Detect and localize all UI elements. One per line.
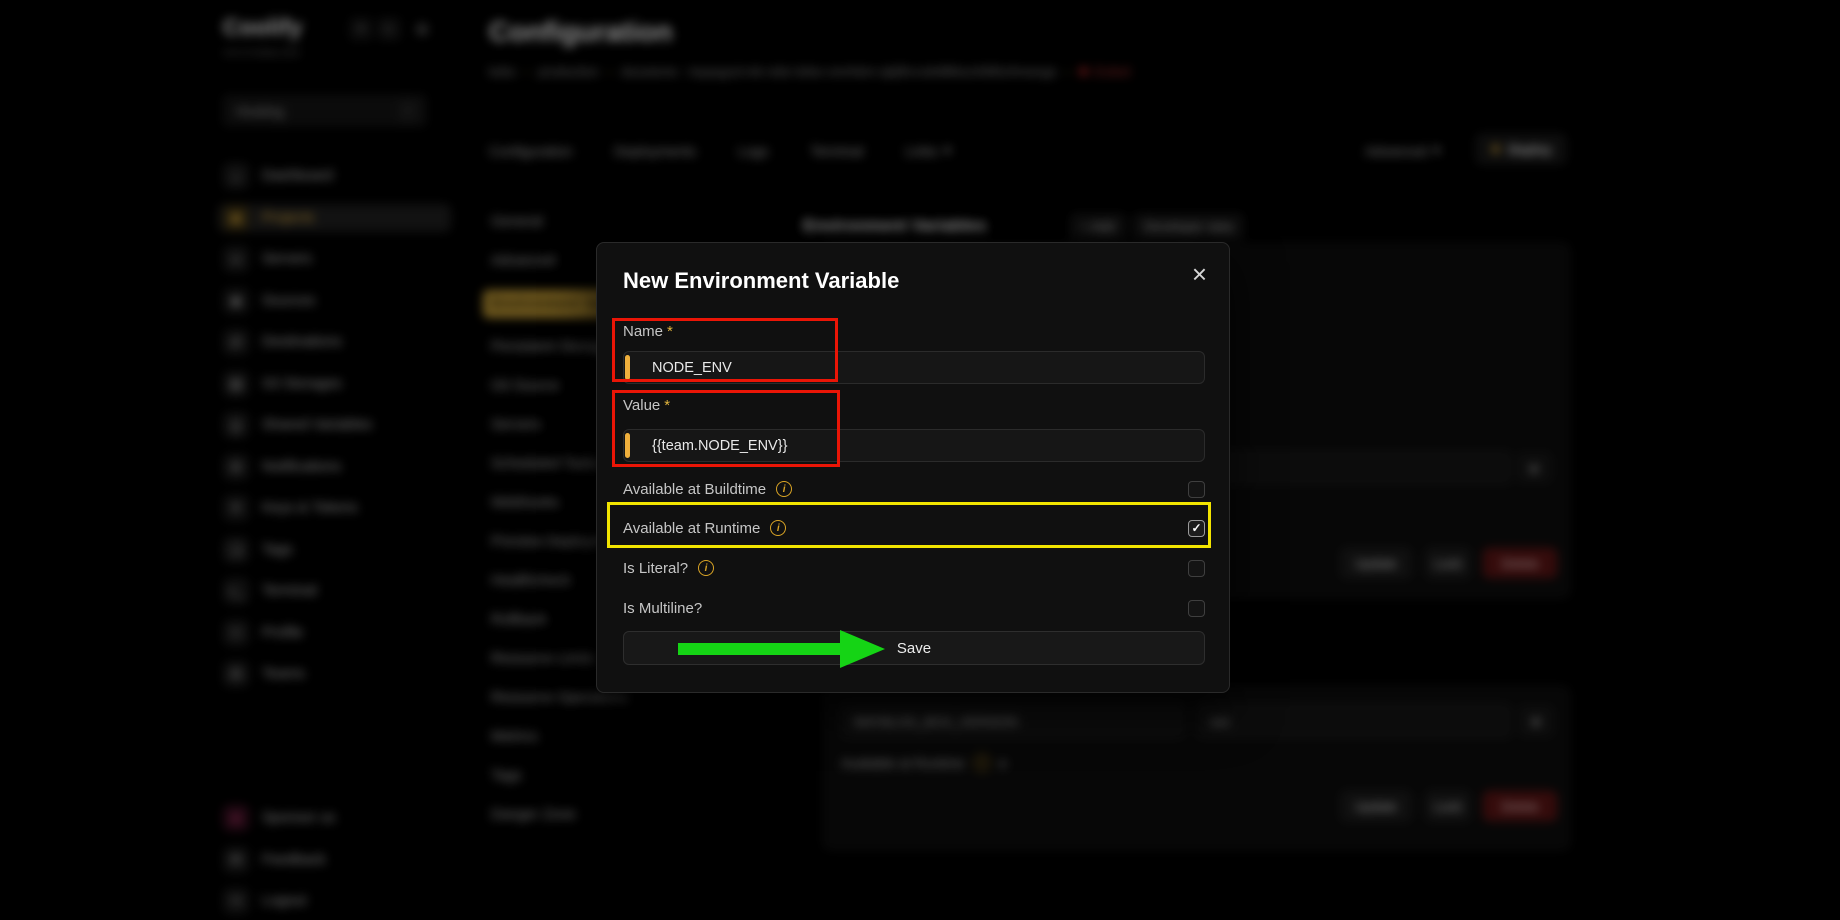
app-root: Coolify ♥ ↻ ⚙ v4.0.0-beta.323 Hosting / …: [0, 0, 1840, 920]
close-icon[interactable]: ×: [1192, 261, 1207, 287]
modal-title: New Environment Variable: [623, 268, 899, 294]
name-field[interactable]: [623, 351, 1205, 384]
option-row-literal: Is Literal? i: [623, 557, 1205, 579]
input-accent-pill: [625, 433, 630, 458]
name-field-label: Name*: [623, 323, 673, 340]
save-button[interactable]: Save: [623, 631, 1205, 665]
name-field-wrap: [623, 351, 1205, 384]
value-field-label: Value*: [623, 397, 670, 414]
input-accent-pill: [625, 355, 630, 380]
required-asterisk: *: [664, 397, 670, 414]
option-row-multiline: Is Multiline?: [623, 597, 1205, 619]
value-field-wrap: [623, 429, 1205, 462]
literal-checkbox[interactable]: [1188, 560, 1205, 577]
info-icon[interactable]: i: [698, 560, 714, 576]
runtime-checkbox[interactable]: ✓: [1188, 520, 1205, 537]
info-icon[interactable]: i: [770, 520, 786, 536]
value-field[interactable]: [623, 429, 1205, 462]
option-row-buildtime: Available at Buildtime i: [623, 478, 1205, 500]
buildtime-checkbox[interactable]: [1188, 481, 1205, 498]
option-row-runtime: Available at Runtime i ✓: [623, 517, 1205, 539]
multiline-checkbox[interactable]: [1188, 600, 1205, 617]
info-icon[interactable]: i: [776, 481, 792, 497]
new-env-variable-modal: New Environment Variable × Name* Value* …: [596, 242, 1230, 693]
required-asterisk: *: [667, 323, 673, 340]
